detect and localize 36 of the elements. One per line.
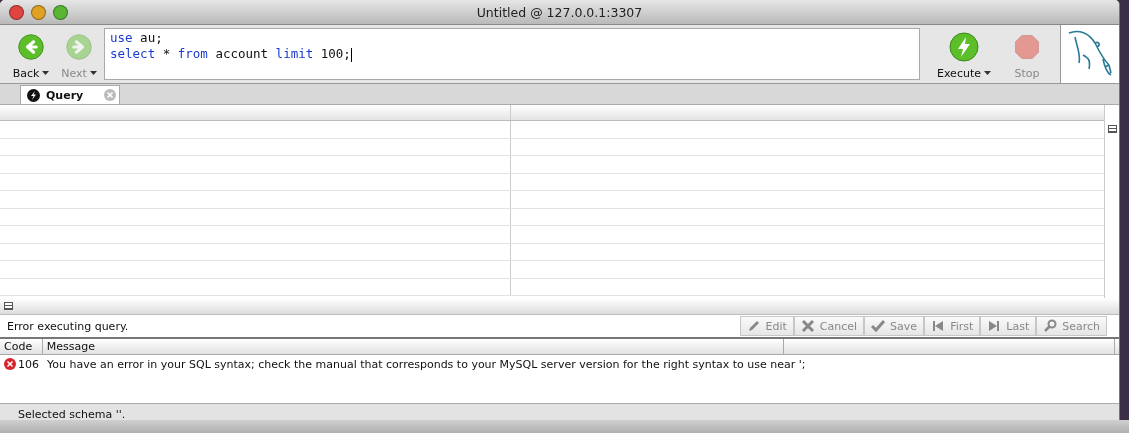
table-cell-text: You have an error in your SQL syntax; check the manual that corresponds to your MySQL server version for the right syntax to use near '; (46, 357, 806, 371)
skip-first-icon (931, 319, 946, 333)
status-text: Selected schema ''. (18, 407, 126, 420)
lightning-icon (27, 88, 40, 102)
execute-button[interactable]: Execute (934, 25, 994, 83)
cancel-button[interactable]: Cancel (793, 316, 865, 336)
column-menu-icon[interactable] (4, 302, 13, 310)
query-tab[interactable]: Query (20, 85, 120, 104)
skip-last-icon (987, 319, 1002, 333)
caret-icon (984, 71, 991, 75)
status-message: Error executing query. (6, 319, 130, 333)
checkmark-icon (871, 319, 886, 333)
close-icon[interactable] (104, 89, 116, 101)
minimize-button[interactable] (31, 4, 46, 20)
column-header[interactable]: Code (0, 339, 43, 354)
window-title: Untitled @ 127.0.0.1:3307 (476, 4, 643, 20)
zoom-button[interactable] (53, 4, 68, 20)
scroll-bar[interactable] (1104, 105, 1119, 298)
close-button[interactable] (9, 4, 24, 20)
error-icon (4, 358, 16, 370)
caret-icon (42, 71, 50, 75)
table-cell: 106 (18, 357, 39, 371)
last-button[interactable]: Last (980, 316, 1037, 336)
search-icon (1043, 319, 1058, 333)
column-header[interactable]: Message (42, 339, 784, 354)
column-menu-icon[interactable] (1107, 125, 1117, 133)
query-editor[interactable]: use au; select * from account limit 100; (104, 28, 920, 80)
cross-icon (800, 319, 815, 333)
search-button[interactable]: Search (1036, 316, 1107, 336)
edit-button[interactable]: Edit (739, 316, 794, 336)
pencil-icon (746, 319, 761, 333)
back-button[interactable]: Back (8, 25, 54, 83)
save-button[interactable]: Save (864, 316, 925, 336)
first-button[interactable]: First (924, 316, 981, 336)
lightning-icon (948, 30, 980, 63)
caret-icon (89, 71, 97, 75)
